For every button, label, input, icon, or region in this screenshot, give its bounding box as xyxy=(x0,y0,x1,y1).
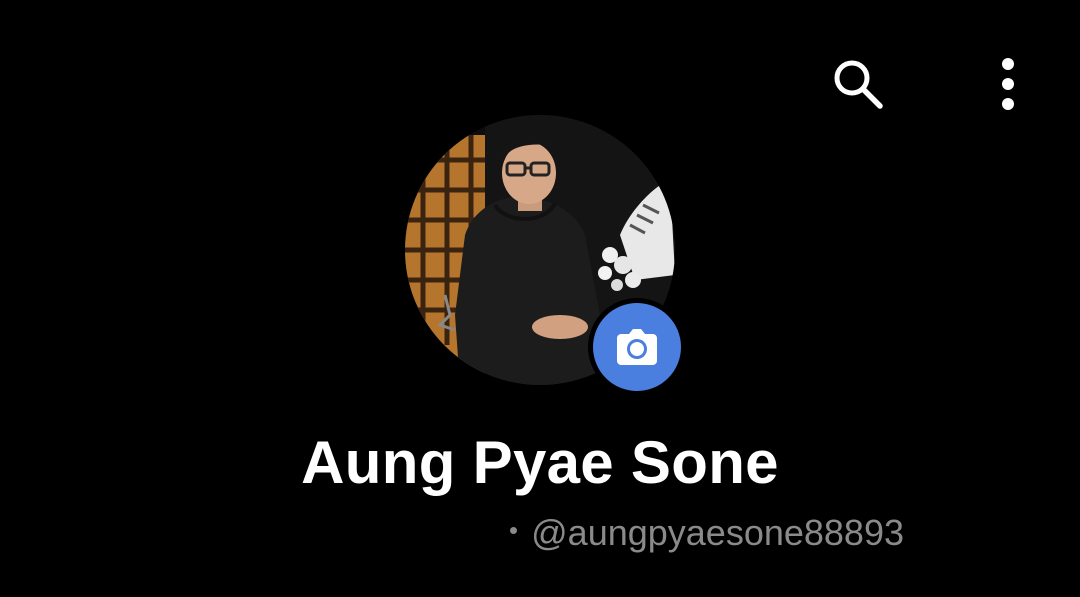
avatar-container xyxy=(405,115,686,396)
more-vert-icon xyxy=(1002,58,1014,110)
separator-dot xyxy=(510,526,518,534)
change-photo-button[interactable] xyxy=(588,298,686,396)
username[interactable]: @aungpyaesone88893 xyxy=(531,512,904,554)
search-icon xyxy=(834,60,883,109)
more-options-button[interactable] xyxy=(976,52,1040,116)
camera-icon xyxy=(617,329,657,365)
top-actions xyxy=(826,52,1040,116)
camera-badge-circle xyxy=(593,303,681,391)
profile-name: Aung Pyae Sone xyxy=(301,429,779,496)
search-button[interactable] xyxy=(826,52,890,116)
username-row: @aungpyaesone88893 xyxy=(510,512,904,554)
